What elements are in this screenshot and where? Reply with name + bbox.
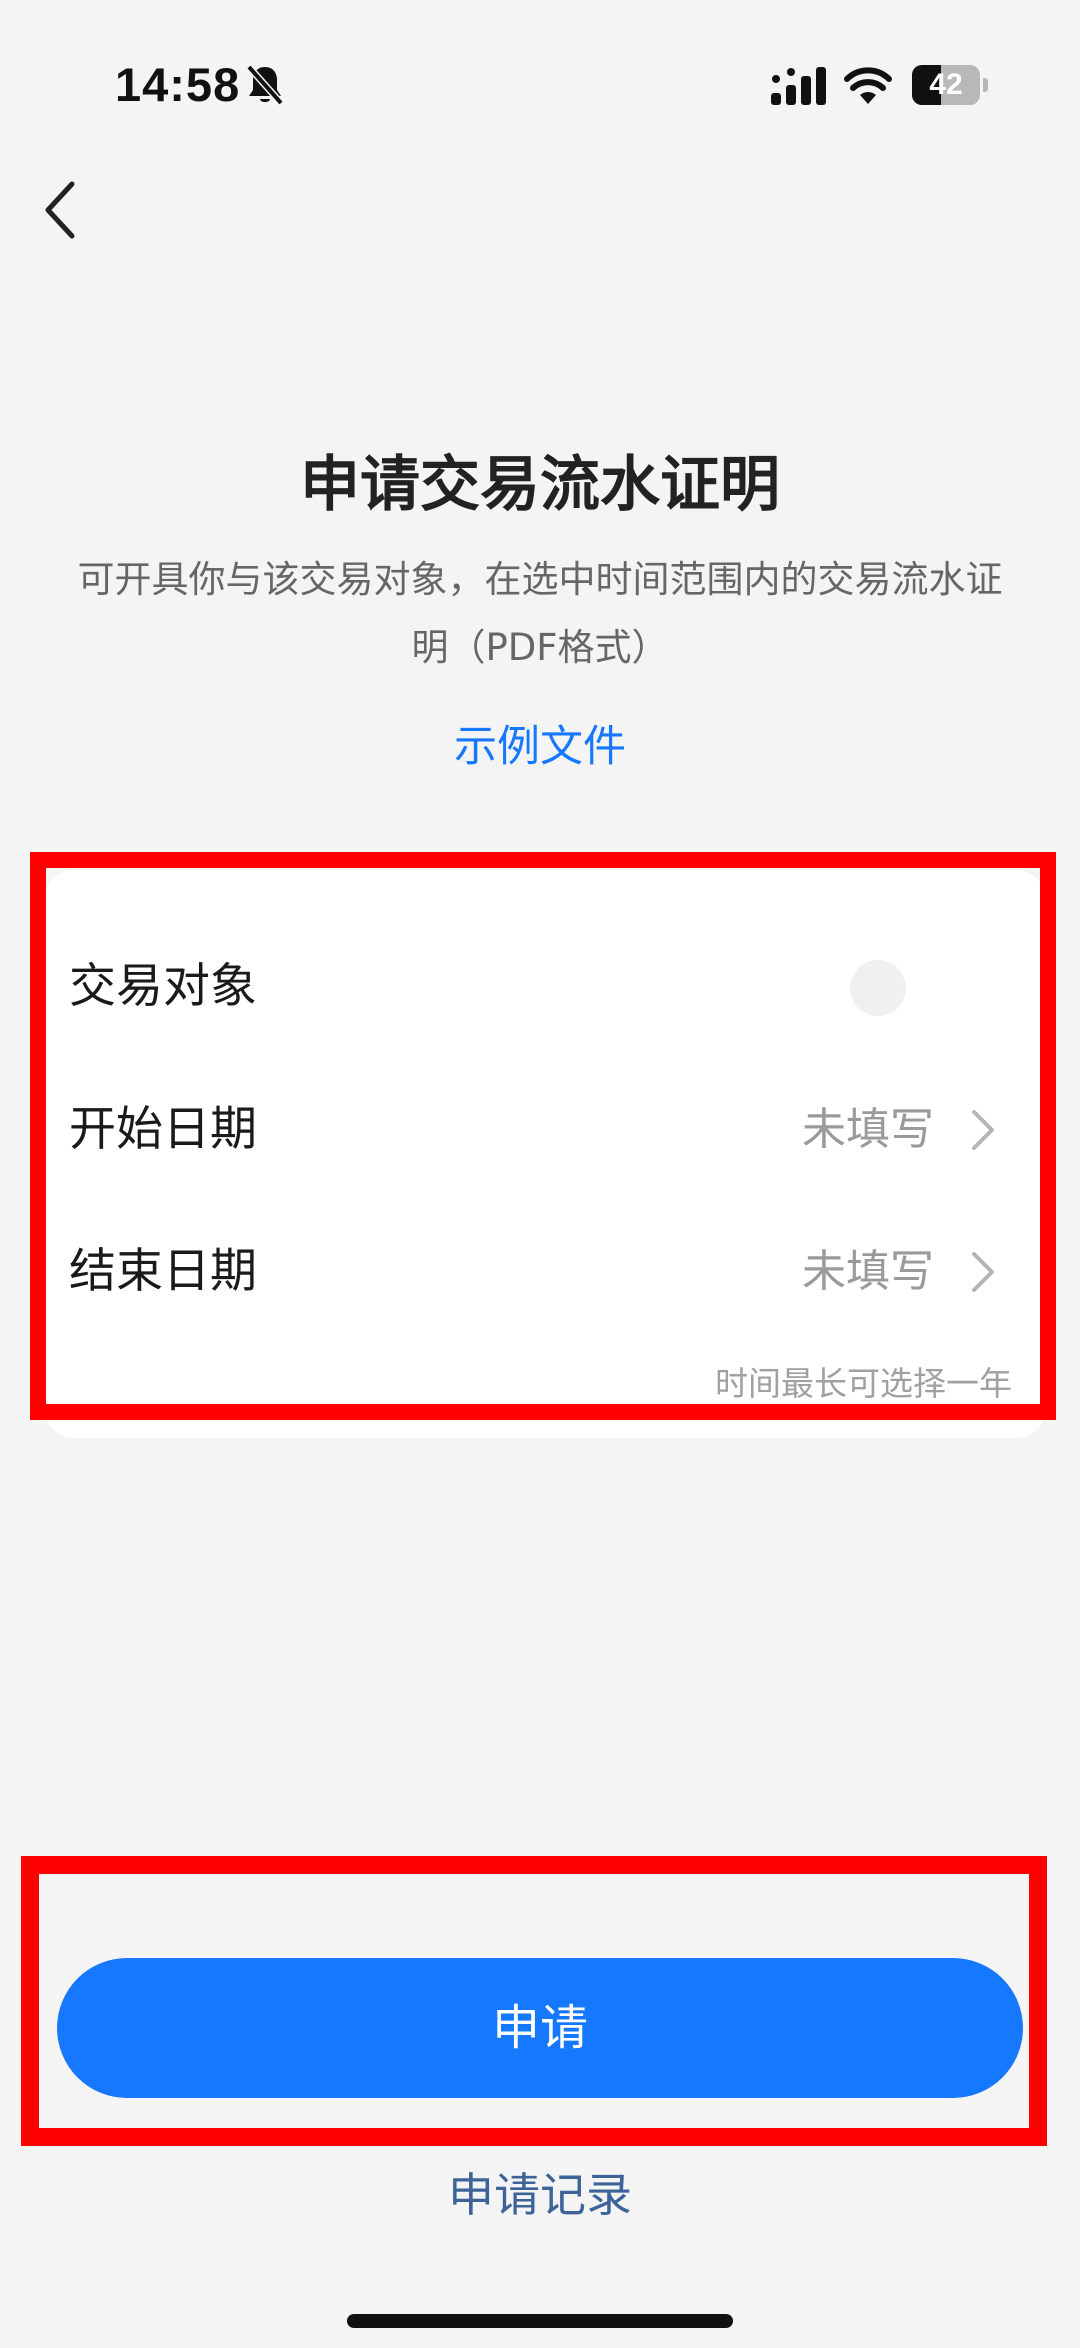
counterparty-label: 交易对象 — [69, 959, 257, 1014]
avatar — [850, 960, 906, 1016]
page-title: 申请交易流水证明 — [300, 450, 780, 520]
end-date-label: 结束日期 — [69, 1244, 257, 1299]
page-description: 可开具你与该交易对象，在选中时间范围内的交易流水证明（PDF格式） — [77, 558, 1003, 669]
screen: 14:58 42 申请交易流水证明 可开具你与该交易对象，在选中时间范围内的交易… — [0, 0, 1080, 2348]
end-date-row[interactable]: 结束日期 未填写 — [44, 1207, 1046, 1337]
wifi-icon — [844, 66, 892, 104]
home-indicator[interactable] — [347, 2314, 733, 2328]
start-date-value: 未填写 — [802, 1104, 934, 1155]
sample-file-link[interactable]: 示例文件 — [0, 712, 1080, 782]
start-date-row[interactable]: 开始日期 未填写 — [44, 1065, 1046, 1195]
back-button[interactable] — [34, 172, 90, 248]
start-date-label: 开始日期 — [69, 1102, 257, 1157]
end-date-value: 未填写 — [802, 1246, 934, 1297]
date-range-hint: 时间最长可选择一年 — [715, 1364, 1012, 1403]
form-card: 交易对象 开始日期 未填写 结束日期 未填写 时间最长可选择一年 — [44, 870, 1046, 1438]
status-time: 14:58 — [115, 58, 241, 111]
status-bar: 14:58 42 — [0, 0, 1080, 130]
chevron-right-icon — [966, 1248, 1000, 1296]
battery-icon: 42 — [912, 65, 988, 107]
chevron-left-icon — [45, 181, 75, 239]
counterparty-row[interactable]: 交易对象 — [44, 922, 1046, 1052]
chevron-right-icon — [966, 1106, 1000, 1154]
apply-history-link[interactable]: 申请记录 — [0, 2160, 1080, 2230]
signal-icon — [771, 67, 827, 107]
bell-slash-icon — [245, 63, 285, 107]
battery-level: 42 — [929, 68, 963, 101]
apply-button[interactable]: 申请 — [57, 1958, 1023, 2098]
